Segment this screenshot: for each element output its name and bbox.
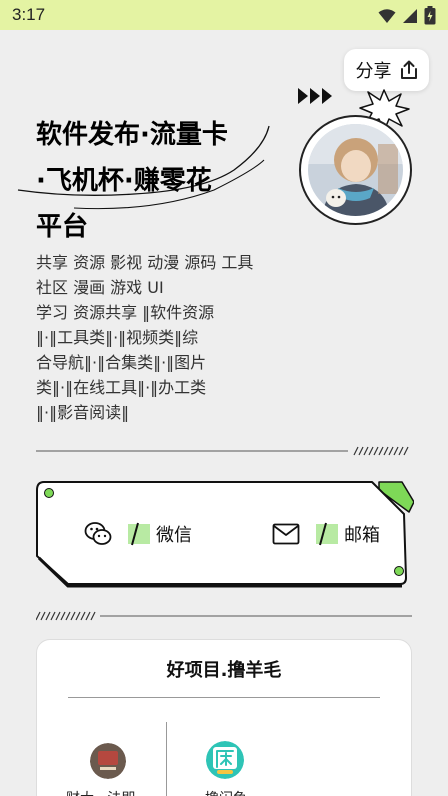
battery-icon [424, 6, 436, 25]
email-contact[interactable]: 邮箱 [272, 520, 380, 548]
status-icons [378, 6, 436, 25]
description-line: 共享 资源 影视 动漫 源码 工具 [36, 253, 254, 272]
status-time: 3:17 [12, 5, 46, 24]
slash-highlight-icon [316, 522, 338, 546]
signal-icon [403, 8, 417, 23]
description-line: 合导航‖·‖合集类‖·‖图片 [36, 353, 207, 372]
page-title: 软件发布·流量卡 ·飞机杯·赚零花 平台 [36, 112, 286, 250]
description: 共享 资源 影视 动漫 源码 工具 社区 漫画 游戏 UI 学习 资源共享 ‖软… [36, 250, 261, 425]
app-icon-1[interactable] [90, 743, 126, 779]
description-line: ‖·‖工具类‖·‖视频类‖综 [36, 328, 199, 347]
description-line: 类‖·‖在线工具‖·‖办工类 [36, 378, 207, 397]
share-button[interactable]: 分享 [344, 49, 429, 91]
title-line: 平台 [36, 212, 89, 242]
wechat-icon [84, 522, 112, 545]
share-label: 分享 [355, 61, 392, 82]
wifi-icon [378, 8, 396, 23]
status-bar: 3:17 [0, 0, 448, 30]
description-line: ‖·‖影音阅读‖ [36, 403, 130, 422]
description-line: 社区 漫画 游戏 UI [36, 278, 164, 297]
avatar-image [308, 124, 403, 216]
project-column-divider [166, 722, 167, 796]
share-icon [400, 60, 417, 79]
title-line: ·飞机杯·赚零花 [36, 166, 212, 196]
wechat-contact[interactable]: 微信 [84, 520, 192, 548]
email-label: 邮箱 [344, 525, 380, 546]
project-divider [68, 697, 380, 698]
app-icon-2[interactable] [206, 741, 244, 779]
slash-highlight-icon [128, 522, 150, 546]
mail-icon [272, 523, 300, 545]
title-line: 软件发布·流量卡 [36, 120, 228, 150]
divider [36, 446, 409, 456]
project-item-label: 财大...法即 [66, 788, 135, 796]
project-item-label: 撸闲鱼 [205, 788, 247, 796]
wechat-label: 微信 [156, 525, 192, 546]
description-line: 学习 资源共享 ‖软件资源 [36, 303, 215, 322]
avatar[interactable] [299, 115, 412, 225]
divider [36, 611, 412, 621]
project-title: 好项目.撸羊毛 [166, 660, 282, 681]
